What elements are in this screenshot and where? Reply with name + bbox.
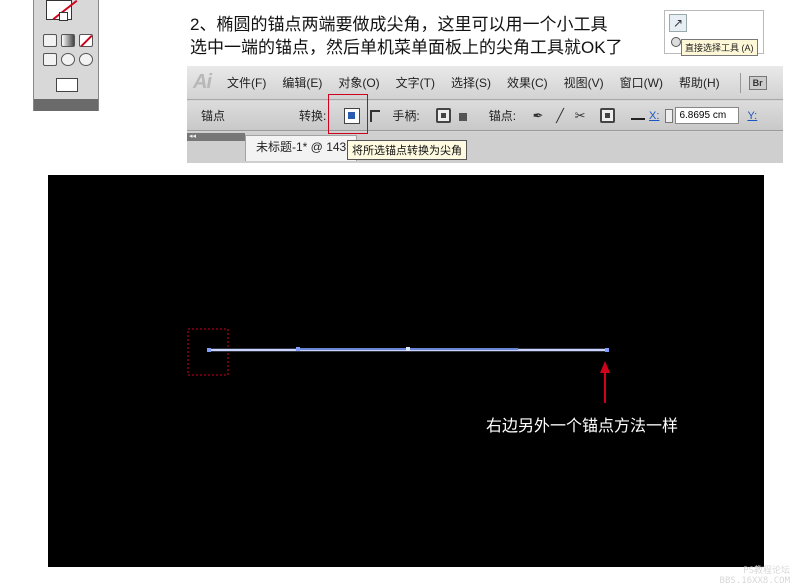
- group-selection-icon[interactable]: [671, 37, 681, 47]
- instruction-text: 2、椭圆的锚点两端要做成尖角，这里可以用一个小工具 选中一端的锚点，然后单机菜单…: [190, 13, 660, 59]
- x-coord-label: X:: [649, 109, 660, 122]
- direct-selection-arrow-icon[interactable]: ↗: [669, 14, 687, 32]
- color-mode-row: [43, 34, 93, 47]
- artboard-canvas[interactable]: 右边另外一个锚点方法一样: [48, 175, 764, 567]
- direct-selection-inset: ↗ 直接选择工具 (A): [664, 10, 764, 56]
- menu-file[interactable]: 文件(F): [227, 74, 266, 91]
- menu-effect[interactable]: 效果(C): [507, 74, 548, 91]
- anchors-label: 锚点:: [488, 109, 517, 123]
- none-button[interactable]: [79, 34, 93, 47]
- bridge-button[interactable]: Br: [748, 75, 767, 90]
- menu-bar: Ai 文件(F) 编辑(E) 对象(O) 文字(T) 选择(S) 效果(C) 视…: [187, 66, 783, 100]
- tools-panel: [33, 0, 99, 111]
- anchor-point-label: 锚点: [201, 109, 226, 123]
- pointer-arrow-head: [600, 361, 610, 373]
- connect-endpoints-icon[interactable]: ╱: [552, 108, 568, 124]
- anchor-point-center: [406, 347, 410, 351]
- x-coord-stepper[interactable]: [665, 108, 674, 123]
- menu-view[interactable]: 视图(V): [564, 74, 604, 91]
- draw-mode-row: [43, 53, 93, 66]
- instruction-line-2: 选中一端的锚点，然后单机菜单面板上的尖角工具就OK了: [190, 38, 623, 57]
- color-button[interactable]: [43, 34, 57, 47]
- convert-to-smooth-icon[interactable]: [370, 109, 381, 122]
- app-logo: Ai: [193, 71, 212, 93]
- illustrator-window: Ai 文件(F) 编辑(E) 对象(O) 文字(T) 选择(S) 效果(C) 视…: [187, 66, 783, 163]
- instruction-line-1: 2、椭圆的锚点两端要做成尖角，这里可以用一个小工具: [190, 15, 608, 34]
- draw-behind-icon[interactable]: [61, 53, 75, 66]
- document-bar: ◂◂ 未标题-1* @ 143: [187, 132, 783, 163]
- screen-mode-icon[interactable]: [56, 78, 78, 92]
- anchor-point-left: [207, 348, 211, 352]
- draw-normal-icon[interactable]: [43, 53, 57, 66]
- fill-stroke-swatch[interactable]: [46, 0, 80, 24]
- watermark-line-1: PS教程论坛: [743, 566, 790, 576]
- menu-select[interactable]: 选择(S): [451, 74, 491, 91]
- hide-handles-icon[interactable]: [458, 112, 467, 121]
- align-anchor-icon[interactable]: [631, 118, 646, 120]
- gradient-button[interactable]: [61, 34, 75, 47]
- menu-help[interactable]: 帮助(H): [679, 74, 720, 91]
- watermark: PS教程论坛 BBS.16XX8.COM: [720, 566, 790, 586]
- panel-collapse-icon[interactable]: ◂◂: [187, 133, 245, 141]
- anchor-point-mid-left: [296, 347, 300, 351]
- show-handles-icon[interactable]: [435, 108, 451, 123]
- menu-separator: [739, 72, 741, 93]
- menu-window[interactable]: 窗口(W): [620, 74, 663, 91]
- convert-corner-tooltip: 将所选锚点转换为尖角: [347, 140, 467, 160]
- y-coord-label: Y:: [747, 109, 758, 122]
- default-colors-icon[interactable]: [59, 12, 68, 21]
- anchor-point-right: [605, 348, 609, 352]
- draw-inside-icon[interactable]: [79, 53, 93, 66]
- panel-footer: [34, 99, 98, 111]
- canvas-artwork: [187, 328, 610, 403]
- cut-path-icon[interactable]: ✂: [572, 108, 588, 124]
- x-coord-input[interactable]: [675, 107, 740, 124]
- menu-object[interactable]: 对象(O): [338, 74, 379, 91]
- remove-anchor-icon[interactable]: ✒: [530, 108, 546, 124]
- menu-edit[interactable]: 编辑(E): [282, 74, 322, 91]
- convert-label: 转换:: [299, 109, 327, 123]
- document-tab[interactable]: 未标题-1* @ 143: [245, 135, 358, 161]
- canvas-annotation: 右边另外一个锚点方法一样: [486, 418, 679, 435]
- convert-corner-highlight: [328, 94, 368, 134]
- x-coord-field[interactable]: [665, 107, 740, 124]
- control-bar: 锚点 转换: 手柄: 锚点: ✒ ╱ ✂ X: Y:: [187, 101, 783, 131]
- isolate-mask-icon[interactable]: [600, 108, 616, 123]
- handles-label: 手柄:: [392, 109, 420, 123]
- watermark-line-2: BBS.16XX8.COM: [719, 576, 790, 586]
- menu-type[interactable]: 文字(T): [396, 74, 435, 91]
- direct-selection-tooltip: 直接选择工具 (A): [681, 39, 758, 56]
